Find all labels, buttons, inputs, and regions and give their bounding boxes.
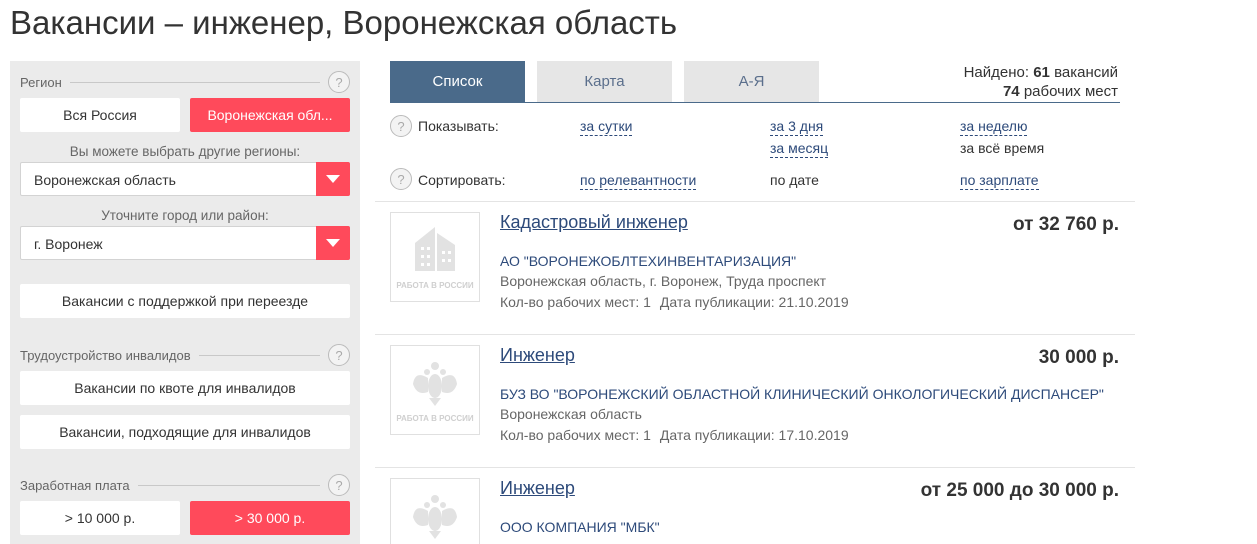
show-label: Показывать: — [418, 118, 499, 134]
all-russia-button[interactable]: Вся Россия — [20, 98, 180, 132]
vacancy-title-link[interactable]: Инженер — [500, 345, 575, 366]
disabled-section-header: Трудоустройство инвалидов ? — [20, 344, 350, 366]
help-icon[interactable]: ? — [390, 168, 412, 190]
places-word: рабочих мест — [1023, 83, 1118, 100]
period-3days-link[interactable]: за 3 дня — [770, 118, 824, 136]
city-select[interactable]: г. Воронеж — [20, 226, 350, 260]
divider-line — [137, 484, 320, 486]
help-icon[interactable]: ? — [328, 474, 350, 496]
divider-line — [198, 354, 320, 356]
divider — [375, 334, 1135, 335]
eagle-logo-icon[interactable]: РАБОТА В РОССИИ — [390, 345, 480, 435]
suitable-vacancies-button[interactable]: Вакансии, подходящие для инвалидов — [20, 415, 350, 449]
divider-line — [69, 81, 320, 83]
vacancies-word: вакансий — [1054, 64, 1118, 81]
disabled-label: Трудоустройство инвалидов — [20, 347, 191, 363]
help-icon[interactable]: ? — [328, 344, 350, 366]
help-icon[interactable]: ? — [328, 71, 350, 93]
chevron-down-icon[interactable] — [316, 162, 350, 196]
found-counter: Найдено: 61 вакансий 74 рабочих мест — [964, 63, 1118, 101]
sort-label: Сортировать: — [418, 172, 506, 188]
quota-vacancies-button[interactable]: Вакансии по квоте для инвалидов — [20, 371, 350, 405]
salary-30000-button[interactable]: > 30 000 р. — [190, 501, 350, 535]
vacancy-salary: от 25 000 до 30 000 р. — [920, 480, 1119, 501]
divider — [375, 201, 1135, 202]
vacancy-published: Дата публикации: 17.10.2019 — [659, 427, 849, 443]
chevron-down-icon[interactable] — [316, 226, 350, 260]
vacancy-title-link[interactable]: Инженер — [500, 478, 575, 499]
period-day-link[interactable]: за сутки — [580, 118, 633, 136]
vacancy-places: Кол-во рабочих мест: 1 — [500, 294, 651, 310]
salary-label: Заработная плата — [20, 477, 130, 493]
salary-section-header: Заработная плата ? — [20, 474, 350, 496]
logo-caption: РАБОТА В РОССИИ — [396, 281, 474, 290]
sort-relevance-link[interactable]: по релевантности — [580, 172, 697, 190]
vacancy-company: АО "ВОРОНЕЖОБЛТЕХИНВЕНТАРИЗАЦИЯ" — [500, 253, 797, 269]
found-prefix: Найдено: — [963, 64, 1030, 81]
places-count: 74 — [1002, 83, 1020, 100]
region-select[interactable]: Воронежская область — [20, 162, 350, 196]
vacancy-company: БУЗ ВО "ВОРОНЕЖСКИЙ ОБЛАСТНОЙ КЛИНИЧЕСКИ… — [500, 386, 1104, 402]
tab-alphabet[interactable]: А-Я — [684, 61, 819, 102]
city-select-value: г. Воронеж — [34, 236, 103, 252]
period-month-link[interactable]: за месяц — [770, 140, 829, 158]
vacancy-address: Воронежская область, г. Воронеж, Труда п… — [500, 273, 827, 289]
eagle-logo-icon[interactable] — [390, 478, 480, 544]
region-label: Регион — [20, 74, 62, 90]
vacancy-meta: Кол-во рабочих мест: 1 Дата публикации: 1… — [500, 427, 849, 443]
relocation-support-button[interactable]: Вакансии с поддержкой при переезде — [20, 284, 350, 318]
sort-date-option[interactable]: по дате — [770, 172, 819, 188]
vacancy-title-link[interactable]: Кадастровый инженер — [500, 212, 688, 233]
vacancy-salary: 30 000 р. — [1038, 347, 1119, 368]
vacancy-address: Воронежская область — [500, 406, 642, 422]
logo-caption: РАБОТА В РОССИИ — [396, 414, 474, 423]
period-week-link[interactable]: за неделю — [960, 118, 1028, 136]
divider — [375, 467, 1135, 468]
filter-sidebar: Регион ? Вся Россия Воронежская обл... В… — [10, 61, 360, 544]
tabs-underline — [390, 102, 1120, 103]
salary-10000-button[interactable]: > 10 000 р. — [20, 501, 180, 535]
help-icon[interactable]: ? — [390, 115, 412, 137]
tab-map[interactable]: Карта — [537, 61, 672, 102]
region-hint: Вы можете выбрать другие регионы: — [69, 144, 301, 159]
vacancies-count: 61 — [1033, 64, 1050, 81]
city-hint: Уточните город или район: — [101, 208, 269, 223]
vacancy-published: Дата публикации: 21.10.2019 — [659, 294, 849, 310]
region-section-header: Регион ? — [20, 71, 350, 93]
building-logo-icon[interactable]: РАБОТА В РОССИИ — [390, 212, 480, 302]
tab-list[interactable]: Список — [390, 61, 525, 102]
vacancy-salary: от 32 760 р. — [1013, 214, 1119, 235]
region-select-value: Воронежская область — [34, 172, 176, 188]
vacancy-meta: Кол-во рабочих мест: 1 Дата публикации: 2… — [500, 294, 849, 310]
vacancy-places: Кол-во рабочих мест: 1 — [500, 427, 651, 443]
voronezh-region-button[interactable]: Воронежская обл... — [190, 98, 350, 132]
period-all-time[interactable]: за всё время — [960, 140, 1044, 156]
sort-salary-link[interactable]: по зарплате — [960, 172, 1039, 190]
page-title: Вакансии – инженер, Воронежская область — [10, 4, 678, 41]
vacancy-company: ООО КОМПАНИЯ "МБК" — [500, 519, 660, 535]
